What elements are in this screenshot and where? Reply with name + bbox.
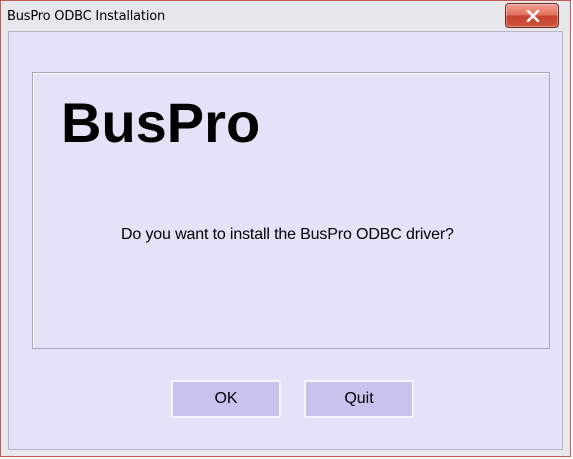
close-icon — [526, 10, 540, 22]
install-prompt: Do you want to install the BusPro ODBC d… — [121, 226, 454, 243]
content-panel: BusPro Do you want to install the BusPro… — [32, 72, 550, 349]
close-button[interactable] — [505, 3, 559, 28]
quit-button[interactable]: Quit — [304, 380, 414, 418]
installer-window: BusPro ODBC Installation BusPro Do you w… — [0, 0, 571, 457]
product-logo: BusPro — [61, 91, 261, 154]
title-bar[interactable]: BusPro ODBC Installation — [1, 1, 570, 31]
window-title: BusPro ODBC Installation — [7, 9, 166, 24]
dialog-body: BusPro Do you want to install the BusPro… — [8, 31, 563, 450]
ok-button[interactable]: OK — [171, 380, 281, 418]
